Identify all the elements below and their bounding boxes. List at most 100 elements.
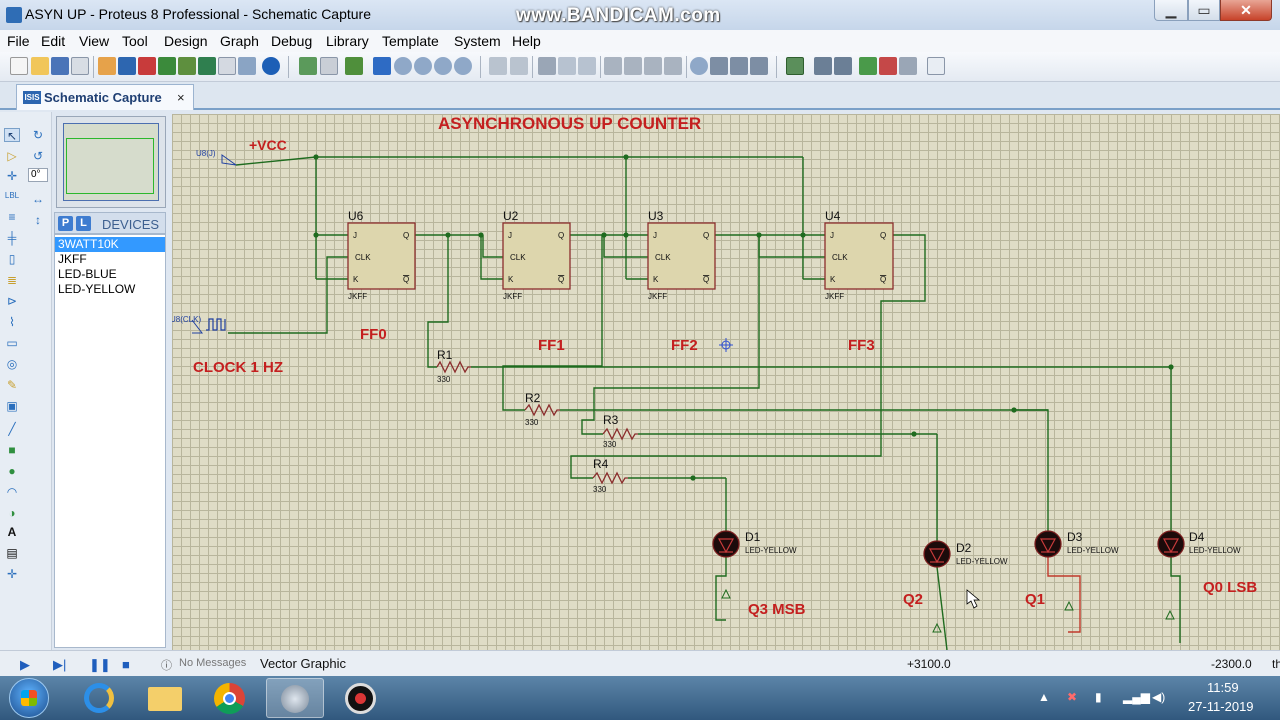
flipflop-u2[interactable]: U2 J CLK K Q Q JKFF FF1 — [502, 209, 571, 354]
internet-explorer-button[interactable] — [70, 678, 128, 718]
open-folder-icon[interactable] — [31, 57, 49, 75]
menu-view[interactable]: View — [79, 33, 109, 49]
led-d3[interactable]: D3 LED-YELLOW Q1 — [1025, 530, 1119, 611]
resistor-r1[interactable]: R1 330 — [436, 348, 471, 384]
volume-icon[interactable]: ◀) — [1152, 690, 1165, 704]
menu-file[interactable]: File — [7, 33, 30, 49]
zoom-out-icon[interactable] — [414, 57, 432, 75]
pick-device-icon[interactable] — [690, 57, 708, 75]
mirror-vertical-icon[interactable]: ↕ — [30, 213, 46, 227]
voltage-probe-icon[interactable]: ✎ — [4, 378, 20, 392]
bom-icon[interactable] — [178, 57, 196, 75]
clock-time[interactable]: 11:59 — [1207, 680, 1239, 695]
rotate-clockwise-icon[interactable]: ↻ — [30, 128, 46, 142]
terminals-icon[interactable]: ≣ — [4, 273, 20, 287]
3d-view-icon[interactable] — [158, 57, 176, 75]
zoom-all-icon[interactable] — [434, 57, 452, 75]
ares-icon[interactable] — [138, 57, 156, 75]
flipflop-u6[interactable]: U6 J CLK K Q Q JKFF FF0 — [347, 209, 416, 343]
maximize-button[interactable]: ▭ — [1188, 0, 1220, 21]
message-status[interactable]: No Messages — [179, 657, 246, 669]
menu-system[interactable]: System — [454, 33, 501, 49]
isis-icon[interactable] — [118, 57, 136, 75]
make-device-icon[interactable] — [710, 57, 728, 75]
pause-icon[interactable]: ❚❚ — [89, 657, 111, 673]
wire-autorouter-icon[interactable] — [786, 57, 804, 75]
undo-icon[interactable] — [489, 57, 507, 75]
circle-icon[interactable]: ● — [4, 464, 20, 478]
menu-edit[interactable]: Edit — [41, 33, 65, 49]
junction-dot-icon[interactable]: ✛ — [4, 169, 20, 183]
cut-icon[interactable] — [538, 57, 556, 75]
led-d1[interactable]: D1 LED-YELLOW Q3 MSB — [712, 530, 806, 618]
bandicam-button[interactable] — [332, 678, 390, 718]
block-move-icon[interactable] — [624, 57, 642, 75]
tape-recorder-icon[interactable]: ▭ — [4, 336, 20, 350]
paste-icon[interactable] — [578, 57, 596, 75]
box-icon[interactable]: ■ — [4, 443, 20, 457]
schematic-canvas[interactable]: ASYNCHRONOUS UP COUNTER U8(J) +VCC U8(CL… — [172, 114, 1280, 650]
led-d4[interactable]: D4 LED-YELLOW Q0 LSB — [1157, 530, 1257, 620]
component-mode-icon[interactable]: ▷ — [4, 149, 20, 163]
device-jkff[interactable]: JKFF — [55, 252, 165, 267]
path-icon[interactable]: ◑ — [4, 506, 20, 520]
text-script-icon[interactable]: ≡ — [4, 210, 20, 224]
new-sheet-icon[interactable] — [859, 57, 877, 75]
arc-icon[interactable]: ◠ — [4, 485, 20, 499]
property-assign-icon[interactable] — [834, 57, 852, 75]
generator-icon[interactable]: ◎ — [4, 357, 20, 371]
save-icon[interactable] — [51, 57, 69, 75]
design-explorer-icon[interactable] — [238, 57, 256, 75]
device-led-yellow[interactable]: LED-YELLOW — [55, 282, 165, 297]
zoom-area-icon[interactable] — [454, 57, 472, 75]
remove-sheet-icon[interactable] — [879, 57, 897, 75]
play-icon[interactable]: ▶ — [20, 657, 30, 673]
exit-to-parent-icon[interactable] — [899, 57, 917, 75]
origin-icon[interactable] — [345, 57, 363, 75]
file-explorer-button[interactable] — [136, 678, 194, 718]
chrome-button[interactable] — [201, 678, 259, 718]
start-button[interactable] — [9, 678, 49, 718]
bus-icon[interactable]: ╪ — [4, 231, 20, 245]
flipflop-u3[interactable]: U3 J CLK K Q Q JKFF FF2 — [647, 209, 716, 354]
device-led-blue[interactable]: LED-BLUE — [55, 267, 165, 282]
rotation-angle-field[interactable]: 0° — [28, 168, 48, 182]
redo-icon[interactable] — [510, 57, 528, 75]
device-3watt10k[interactable]: 3WATT10K — [55, 237, 165, 252]
grid-icon[interactable] — [320, 57, 338, 75]
block-copy-icon[interactable] — [604, 57, 622, 75]
line-icon[interactable]: ╱ — [4, 422, 20, 436]
pcb-icon[interactable] — [198, 57, 216, 75]
show-hidden-icons-icon[interactable]: ▲ — [1038, 690, 1050, 704]
resistor-r2[interactable]: R2 330 — [524, 391, 560, 427]
zoom-in-icon[interactable] — [394, 57, 412, 75]
text-icon[interactable]: A — [4, 525, 20, 539]
tab-close-button[interactable]: × — [177, 90, 185, 105]
import-icon[interactable] — [71, 57, 89, 75]
block-rotate-icon[interactable] — [644, 57, 662, 75]
overview-window[interactable] — [56, 116, 166, 208]
copy-icon[interactable] — [558, 57, 576, 75]
device-pins-icon[interactable]: ⊳ — [4, 294, 20, 308]
led-d2[interactable]: D2 LED-YELLOW Q2 — [903, 540, 1008, 633]
electrical-rule-check-icon[interactable] — [927, 57, 945, 75]
resistor-r3[interactable]: R3 330 — [602, 413, 638, 449]
menu-design[interactable]: Design — [164, 33, 208, 49]
close-button[interactable]: ✕ — [1220, 0, 1272, 21]
refresh-icon[interactable] — [299, 57, 317, 75]
decompose-icon[interactable] — [750, 57, 768, 75]
pick-devices-button[interactable]: P — [58, 216, 73, 231]
symbol-icon[interactable]: ▤ — [4, 546, 20, 560]
tab-schematic-capture[interactable]: ISIS Schematic Capture × — [16, 84, 194, 110]
menu-debug[interactable]: Debug — [271, 33, 312, 49]
rotate-anticlockwise-icon[interactable]: ↺ — [30, 149, 46, 163]
selection-mode-icon[interactable]: ↖ — [4, 128, 20, 143]
minimize-button[interactable]: ▁ — [1154, 0, 1188, 21]
wire-label-icon[interactable]: LBL — [4, 189, 20, 203]
mirror-horizontal-icon[interactable]: ↔ — [30, 192, 46, 206]
flipflop-u4[interactable]: U4 J CLK K Q Q JKFF FF3 — [824, 209, 894, 354]
menu-help[interactable]: Help — [512, 33, 541, 49]
stop-icon[interactable]: ■ — [122, 657, 130, 672]
clock-date[interactable]: 27-11-2019 — [1188, 699, 1254, 714]
home-icon[interactable] — [98, 57, 116, 75]
